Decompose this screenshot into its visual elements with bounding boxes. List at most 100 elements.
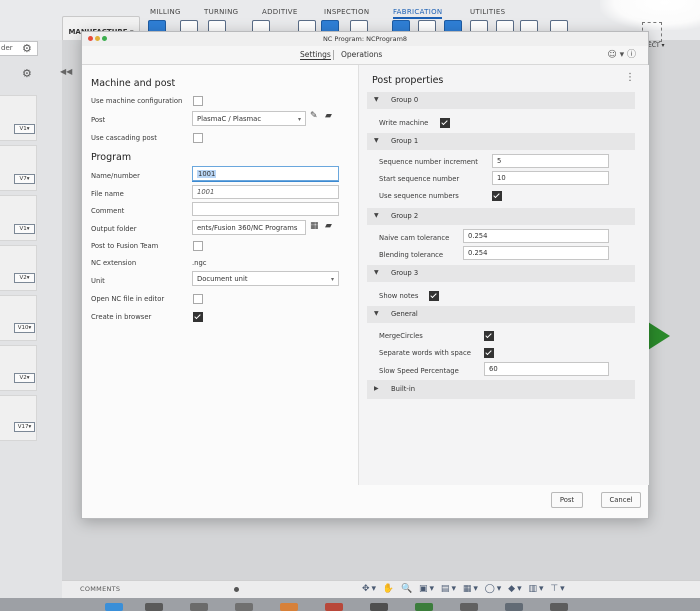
browser-search[interactable]: der: [0, 41, 38, 56]
post-button[interactable]: Post: [551, 492, 583, 508]
unit-select[interactable]: Document unit ▾: [192, 271, 339, 286]
minimize-icon[interactable]: [95, 36, 100, 41]
cascading-post-label: Use cascading post: [91, 134, 157, 142]
section-machine-post: Machine and post: [91, 78, 176, 89]
caret-down-icon: ▼: [374, 212, 379, 219]
app-icon[interactable]: [550, 603, 568, 611]
gear-icon[interactable]: ⚙: [22, 42, 32, 55]
tab-inspection[interactable]: INSPECTION: [324, 8, 369, 16]
pin-icon[interactable]: ◀◀: [60, 67, 72, 76]
cancel-button[interactable]: Cancel: [601, 492, 641, 508]
use-machine-config-checkbox[interactable]: [193, 96, 203, 106]
tab-milling[interactable]: MILLING: [150, 8, 181, 16]
builtin-header[interactable]: ▶ Built-in: [367, 380, 635, 399]
tab-turning[interactable]: TURNING: [204, 8, 238, 16]
output-folder-input[interactable]: ents/Fusion 360/NC Programs: [192, 220, 306, 235]
name-number-input[interactable]: 1001: [192, 166, 339, 181]
naive-tolerance-input[interactable]: 0.254: [463, 229, 609, 243]
post-select[interactable]: PlasmaC / Plasmac ▾: [192, 111, 306, 126]
version-tag[interactable]: V2▾: [14, 373, 35, 383]
cascading-post-checkbox[interactable]: [193, 133, 203, 143]
dialog-tabs: Settings Operations ☺ ▾ ⓘ: [82, 46, 648, 65]
group-2-label: Group 2: [391, 212, 419, 220]
help-icon[interactable]: ☺ ▾ ⓘ: [607, 47, 636, 60]
app-icon[interactable]: [370, 603, 388, 611]
post-value: PlasmaC / Plasmac: [197, 115, 262, 123]
browse-folder-icon[interactable]: ▰: [325, 221, 332, 231]
tab-utilities[interactable]: UTILITIES: [470, 8, 505, 16]
tab-settings[interactable]: Settings: [300, 50, 331, 60]
version-tag[interactable]: V10▾: [14, 323, 35, 333]
caret-down-icon: ▼: [374, 310, 379, 317]
name-number-value: 1001: [197, 170, 217, 178]
blending-tolerance-input[interactable]: 0.254: [463, 246, 609, 260]
post-label: Post: [91, 116, 106, 124]
open-nc-editor-checkbox[interactable]: [193, 294, 203, 304]
comment-input[interactable]: [192, 202, 339, 216]
use-seq-checkbox[interactable]: [492, 191, 502, 201]
separate-words-checkbox[interactable]: [484, 348, 494, 358]
caret-down-icon: ▼: [374, 96, 379, 103]
post-fusion-team-checkbox[interactable]: [193, 241, 203, 251]
app-icon[interactable]: [505, 603, 523, 611]
browser-node[interactable]: [0, 245, 37, 291]
more-options-icon[interactable]: ⋮: [625, 72, 635, 83]
seq-increment-input[interactable]: 5: [492, 154, 609, 168]
settings-icon[interactable]: ⚙: [22, 67, 32, 80]
cloud-folder-icon[interactable]: ▦: [310, 221, 319, 231]
app-icon[interactable]: [460, 603, 478, 611]
file-name-label: File name: [91, 190, 124, 198]
browser-node[interactable]: [0, 95, 37, 141]
comment-label: Comment: [91, 207, 125, 215]
app-icon[interactable]: [415, 603, 433, 611]
general-header[interactable]: ▼ General: [367, 306, 635, 323]
group-0-header[interactable]: ▼ Group 0: [367, 92, 635, 109]
browser-node[interactable]: [0, 145, 37, 191]
group-2-header[interactable]: ▼ Group 2: [367, 208, 635, 225]
chevron-down-icon: ▾: [330, 276, 334, 283]
write-machine-checkbox[interactable]: [440, 118, 450, 128]
group-3-header[interactable]: ▼ Group 3: [367, 265, 635, 282]
comments-label[interactable]: COMMENTS: [80, 585, 120, 593]
group-1-header[interactable]: ▼ Group 1: [367, 133, 635, 150]
app-icon[interactable]: [280, 603, 298, 611]
browser-node[interactable]: [0, 195, 37, 241]
tab-additive[interactable]: ADDITIVE: [262, 8, 298, 16]
browse-folder-icon[interactable]: ▰: [325, 111, 332, 121]
start-seq-input[interactable]: 10: [492, 171, 609, 185]
version-tag[interactable]: V7▾: [14, 174, 35, 184]
app-icon[interactable]: [190, 603, 208, 611]
version-tag[interactable]: V2▾: [14, 273, 35, 283]
show-notes-checkbox[interactable]: [429, 291, 439, 301]
comments-add-icon[interactable]: [234, 587, 239, 592]
create-in-browser-checkbox[interactable]: [193, 312, 203, 322]
version-tag[interactable]: V1▾: [14, 224, 35, 234]
select-menu[interactable]: ECT ▾: [648, 42, 665, 49]
browser-node[interactable]: [0, 295, 37, 341]
tab-fabrication[interactable]: FABRICATION: [393, 8, 443, 19]
browser-node[interactable]: [0, 395, 37, 441]
seq-increment-label: Sequence number increment: [379, 158, 478, 166]
merge-circles-checkbox[interactable]: [484, 331, 494, 341]
slow-speed-input[interactable]: 60: [484, 362, 609, 376]
file-name-input[interactable]: 1001: [192, 185, 339, 199]
navigation-tools[interactable]: ✥▾ ✋ 🔍 ▣▾ ▤▾ ▦▾ ◯▾ ◆▾ ▥▾ ⊤▾: [362, 584, 567, 594]
app-icon[interactable]: [105, 603, 123, 611]
maximize-icon[interactable]: [102, 36, 107, 41]
settings-pane: Machine and post Use machine configurati…: [82, 65, 358, 485]
app-icon[interactable]: [145, 603, 163, 611]
version-tag[interactable]: V17▾: [14, 422, 35, 432]
create-in-browser-label: Create in browser: [91, 313, 152, 321]
edit-post-icon[interactable]: ✎: [310, 111, 318, 121]
output-folder-label: Output folder: [91, 225, 137, 233]
caret-down-icon: ▼: [374, 269, 379, 276]
post-properties-pane: Post properties ⋮ ▼ Group 0 Write machin…: [358, 65, 649, 485]
app-icon[interactable]: [235, 603, 253, 611]
group-0-label: Group 0: [391, 96, 419, 104]
close-icon[interactable]: [88, 36, 93, 41]
app-icon[interactable]: [325, 603, 343, 611]
tab-operations[interactable]: Operations: [341, 50, 382, 59]
version-tag[interactable]: V1▾: [14, 124, 35, 134]
nc-program-dialog: NC Program: NCProgram8 Settings Operatio…: [81, 31, 649, 519]
browser-node[interactable]: [0, 345, 37, 391]
